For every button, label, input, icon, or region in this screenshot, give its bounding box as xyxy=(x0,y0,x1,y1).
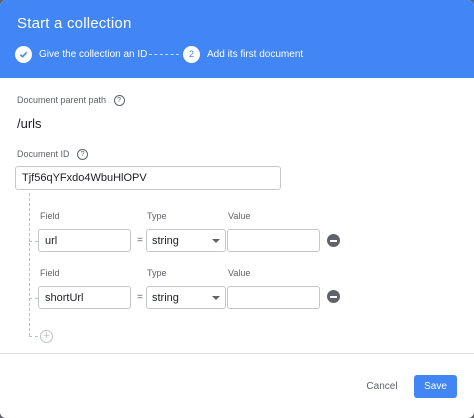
step-2-number: 2 xyxy=(183,45,200,63)
chevron-down-icon xyxy=(212,238,220,243)
step-2: 2 Add its first document xyxy=(183,44,303,64)
chevron-down-icon xyxy=(212,295,220,300)
type-label: Type xyxy=(147,268,167,278)
type-select[interactable]: string xyxy=(146,286,226,309)
field-name-input[interactable]: url xyxy=(38,229,131,252)
type-select[interactable]: string xyxy=(146,229,226,252)
field-label: Field xyxy=(40,268,60,278)
tree-branch xyxy=(29,298,38,299)
type-select-value: string xyxy=(152,291,179,304)
document-id-input[interactable]: Tjf56qYFxdo4WbuHlOPV xyxy=(15,166,281,190)
equals-sign: = xyxy=(137,292,143,303)
cancel-button[interactable]: Cancel xyxy=(356,376,408,396)
document-id-label: Document ID xyxy=(17,149,70,159)
help-circle-icon[interactable]: ? xyxy=(77,149,89,161)
parent-path-label-row: Document parent path ? xyxy=(17,95,125,107)
value-label: Value xyxy=(228,268,251,278)
tree-branch xyxy=(29,336,38,337)
document-id-label-row: Document ID ? xyxy=(17,149,89,161)
step-2-label: Add its first document xyxy=(207,48,304,60)
dialog-title: Start a collection xyxy=(17,15,132,32)
remove-field-icon[interactable] xyxy=(327,234,340,247)
document-id-value: Tjf56qYFxdo4WbuHlOPV xyxy=(22,172,147,184)
value-label: Value xyxy=(228,211,251,221)
step-connector xyxy=(149,54,179,55)
tree-line xyxy=(29,193,30,336)
check-icon xyxy=(15,45,32,63)
add-field-icon[interactable]: + xyxy=(40,330,53,343)
parent-path-value: /urls xyxy=(17,116,42,131)
dialog-header: Start a collection Give the collection a… xyxy=(0,0,474,78)
field-value-input[interactable] xyxy=(227,229,320,252)
field-name-input[interactable]: shortUrl xyxy=(38,286,131,309)
field-name-value: shortUrl xyxy=(45,291,84,304)
remove-field-icon[interactable] xyxy=(327,290,340,303)
help-circle-icon[interactable]: ? xyxy=(113,95,125,107)
field-value-input[interactable] xyxy=(227,286,320,309)
type-select-value: string xyxy=(152,234,179,247)
tree-branch xyxy=(29,241,38,242)
type-label: Type xyxy=(147,211,167,221)
parent-path-label: Document parent path xyxy=(17,95,107,105)
step-1: Give the collection an ID xyxy=(15,44,147,64)
step-1-label: Give the collection an ID xyxy=(39,48,148,60)
field-label: Field xyxy=(40,211,60,221)
equals-sign: = xyxy=(137,235,143,246)
footer-divider xyxy=(0,353,474,354)
field-name-value: url xyxy=(45,234,58,247)
start-collection-dialog: Start a collection Give the collection a… xyxy=(0,0,474,418)
save-button[interactable]: Save xyxy=(414,375,457,398)
